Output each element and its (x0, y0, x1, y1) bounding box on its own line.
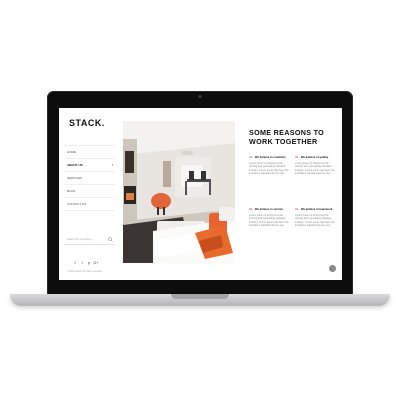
reason-number: 04. (295, 207, 299, 211)
nav-item-label: CONTACT US (67, 202, 87, 206)
trackpad-notch (171, 294, 229, 299)
nav-item-label: ABOUT US (67, 163, 83, 167)
main-nav: HOME ABOUT US › SERVICES BLOG CONTACT US (64, 145, 115, 211)
reason-title-text: We believe in service (254, 207, 283, 211)
scroll-top-button[interactable] (329, 265, 336, 272)
reason-number: 03. (249, 207, 253, 211)
laptop-screen: STACK. HOME ABOUT US › SERVICES BLOG CONT… (59, 108, 342, 280)
google-plus-icon[interactable]: G+ (93, 260, 99, 266)
nav-item-label: HOME (67, 150, 76, 154)
reason-title: 04. We believe in teamwork (295, 207, 335, 212)
search-placeholder: Search for something (67, 238, 92, 241)
site-logo[interactable]: STACK. (69, 118, 105, 128)
nav-item-services[interactable]: SERVICES (64, 171, 115, 184)
nav-item-blog[interactable]: BLOG (64, 184, 115, 197)
camera-dot (198, 95, 202, 98)
reason-item: 04. We believe in teamwork Lorem Ipsum is… (295, 207, 335, 228)
reason-text: Lorem Ipsum is simply text the printing … (295, 161, 335, 176)
social-links: f t p G+ (72, 251, 100, 265)
reason-text: Lorem Ipsum is simply text the printing … (295, 213, 335, 228)
section-headline: SOME REASONS TO WORK TOGETHER (249, 128, 337, 146)
reason-title: 01. We believe in creativity (249, 155, 289, 160)
reason-title-text: We believe in creativity (254, 155, 286, 159)
reason-title-text: We believe in teamwork (300, 207, 333, 211)
sidebar: STACK. HOME ABOUT US › SERVICES BLOG CONT… (59, 108, 117, 280)
laptop-base (10, 294, 390, 306)
nav-item-label: BLOG (67, 189, 76, 193)
chevron-right-icon: › (111, 162, 113, 167)
reason-number: 01. (249, 155, 253, 159)
reason-item: 03. We believe in service Lorem Ipsum is … (249, 207, 289, 228)
reason-title: 02. We believe in quality (295, 155, 335, 160)
copyright-text: © 2016 Stack. All rights reserved. (67, 270, 103, 273)
interior-photo (123, 121, 235, 263)
reason-title-text: We believe in quality (300, 155, 329, 159)
nav-item-home[interactable]: HOME (64, 145, 115, 158)
reason-text: Lorem Ipsum is simply text the printing … (249, 213, 289, 228)
pinterest-icon[interactable]: p (86, 260, 92, 266)
nav-item-about-us[interactable]: ABOUT US › (64, 158, 115, 171)
facebook-icon[interactable]: f (72, 260, 78, 266)
headline-line: WORK TOGETHER (249, 137, 318, 146)
reason-number: 02. (295, 155, 299, 159)
nav-item-label: SERVICES (67, 176, 83, 180)
reasons-section: SOME REASONS TO WORK TOGETHER 01. We beli… (249, 128, 337, 227)
reason-title: 03. We believe in service (249, 207, 289, 212)
nav-item-contact-us[interactable]: CONTACT US (64, 197, 115, 211)
reason-item: 02. We believe in quality Lorem Ipsum is … (295, 155, 335, 176)
search-icon[interactable] (108, 237, 113, 242)
twitter-icon[interactable]: t (79, 260, 85, 266)
headline-line: SOME REASONS TO (249, 128, 325, 137)
reason-item: 01. We believe in creativity Lorem Ipsum … (249, 155, 289, 176)
search-input[interactable]: Search for something (64, 236, 115, 245)
reason-text: Lorem Ipsum is simply text the printing … (249, 161, 289, 176)
